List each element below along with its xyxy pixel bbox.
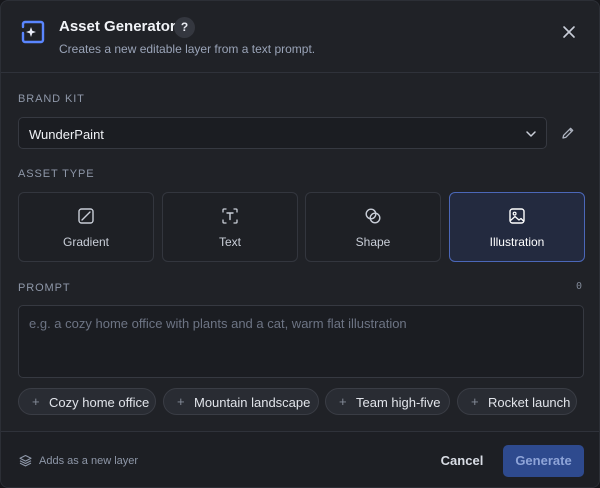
- prompt-character-counter: 0: [576, 281, 583, 292]
- plus-icon: +: [471, 394, 479, 409]
- suggestion-chip-label: Cozy home office: [49, 395, 150, 410]
- asset-type-gradient[interactable]: Gradient: [18, 192, 154, 262]
- asset-type-shape[interactable]: Shape: [305, 192, 441, 262]
- asset-type-illustration[interactable]: Illustration: [449, 192, 585, 262]
- asset-generator-logo-icon: [21, 20, 45, 44]
- asset-generator-dialog: Asset Generator ? Creates a new editable…: [0, 0, 600, 488]
- suggestion-chip-label: Rocket launch: [488, 395, 571, 410]
- asset-type-label-text: Text: [218, 235, 241, 249]
- edit-brand-kit-pencil-icon[interactable]: [560, 125, 576, 141]
- plus-icon: +: [339, 394, 347, 409]
- suggestion-chip[interactable]: + Rocket launch: [457, 388, 577, 415]
- plus-icon: +: [177, 394, 185, 409]
- suggestion-chip-label: Team high-five: [356, 395, 441, 410]
- asset-type-label: ASSET TYPE: [18, 168, 95, 180]
- dialog-title: Asset Generator: [59, 18, 176, 35]
- brand-kit-value: WunderPaint: [29, 127, 104, 142]
- dialog-header: Asset Generator ? Creates a new editable…: [1, 1, 599, 73]
- brand-kit-select[interactable]: WunderPaint: [18, 117, 547, 149]
- image-icon: [509, 208, 525, 224]
- dialog-subtitle: Creates a new editable layer from a text…: [59, 42, 316, 56]
- asset-type-label-shape: Shape: [355, 235, 391, 249]
- prompt-input[interactable]: [18, 305, 584, 378]
- asset-type-label-illustration: Illustration: [489, 235, 545, 249]
- close-icon[interactable]: [559, 22, 579, 42]
- suggestion-chip-label: Mountain landscape: [194, 395, 311, 410]
- prompt-label: PROMPT: [18, 282, 71, 294]
- dialog-footer: Adds as a new layer Cancel Generate: [1, 431, 599, 487]
- asset-type-label-gradient: Gradient: [62, 235, 110, 249]
- layers-icon: [19, 454, 32, 467]
- brand-kit-label: BRAND KIT: [18, 93, 85, 105]
- chevron-down-icon: [526, 131, 536, 137]
- help-button[interactable]: ?: [174, 17, 195, 38]
- generate-button[interactable]: Generate: [503, 445, 584, 477]
- suggestion-chip[interactable]: + Cozy home office: [18, 388, 156, 415]
- shape-icon: [365, 208, 381, 224]
- text-icon: [222, 208, 238, 224]
- asset-type-text[interactable]: Text: [162, 192, 298, 262]
- suggestion-chip[interactable]: + Team high-five: [325, 388, 450, 415]
- gradient-icon: [78, 208, 94, 224]
- suggestion-chip[interactable]: + Mountain landscape: [163, 388, 319, 415]
- footer-note: Adds as a new layer: [39, 455, 139, 467]
- plus-icon: +: [32, 394, 40, 409]
- cancel-button[interactable]: Cancel: [431, 446, 493, 476]
